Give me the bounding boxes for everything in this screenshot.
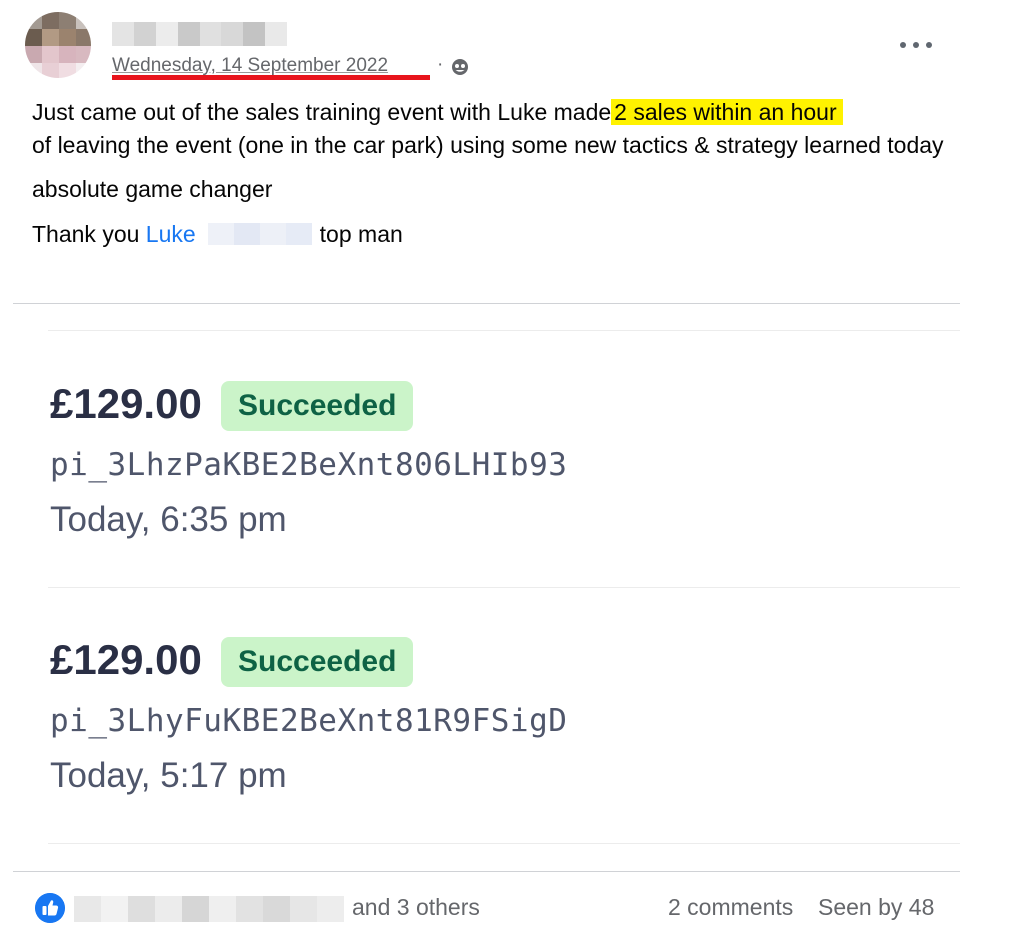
payment-separator xyxy=(48,330,960,331)
globe-icon[interactable] xyxy=(451,58,469,76)
more-options-icon[interactable] xyxy=(900,35,932,55)
author-avatar[interactable] xyxy=(25,12,91,78)
payment-separator xyxy=(48,843,960,844)
comments-count-link[interactable]: 2 comments xyxy=(668,894,793,921)
mention-surname-redacted xyxy=(207,223,312,245)
post-divider xyxy=(13,303,960,304)
post-line-game-changer: absolute game changer xyxy=(32,176,273,202)
post-text-rest: of leaving the event (one in the car par… xyxy=(32,132,944,158)
payment-amount: £129.00 xyxy=(50,380,202,427)
status-badge: Succeeded xyxy=(221,381,414,431)
post-date[interactable]: Wednesday, 14 September 2022 xyxy=(112,55,388,77)
payment-id: pi_3LhzPaKBE2BeXnt806LHIb93 xyxy=(50,447,568,483)
post-text: Just came out of the sales training even… xyxy=(32,96,952,251)
reaction-others-link[interactable]: and 3 others xyxy=(352,894,480,921)
date-red-underline xyxy=(112,75,430,80)
payment-id: pi_3LhyFuKBE2BeXnt81R9FSigD xyxy=(50,703,568,739)
payment-time: Today, 5:17 pm xyxy=(50,756,287,795)
thanks-prefix: Thank you xyxy=(32,221,140,247)
reaction-names-redacted[interactable] xyxy=(74,896,344,922)
post-text-intro: Just came out of the sales training even… xyxy=(32,99,612,125)
footer-divider xyxy=(13,871,960,872)
highlighted-text: 2 sales within an hour xyxy=(611,99,843,125)
payment-screenshot[interactable]: £129.00 Succeeded pi_3LhzPaKBE2BeXnt806L… xyxy=(13,330,960,845)
thanks-suffix: top man xyxy=(319,221,403,247)
mention-link[interactable]: Luke xyxy=(146,221,196,247)
like-reaction-icon[interactable] xyxy=(35,893,65,923)
payment-amount: £129.00 xyxy=(50,636,202,683)
payment-time: Today, 6:35 pm xyxy=(50,500,287,539)
author-name-redacted[interactable] xyxy=(112,22,287,46)
payment-separator xyxy=(48,587,960,588)
status-badge: Succeeded xyxy=(221,637,414,687)
seen-by-count[interactable]: Seen by 48 xyxy=(818,894,934,921)
date-separator: · xyxy=(437,54,444,75)
